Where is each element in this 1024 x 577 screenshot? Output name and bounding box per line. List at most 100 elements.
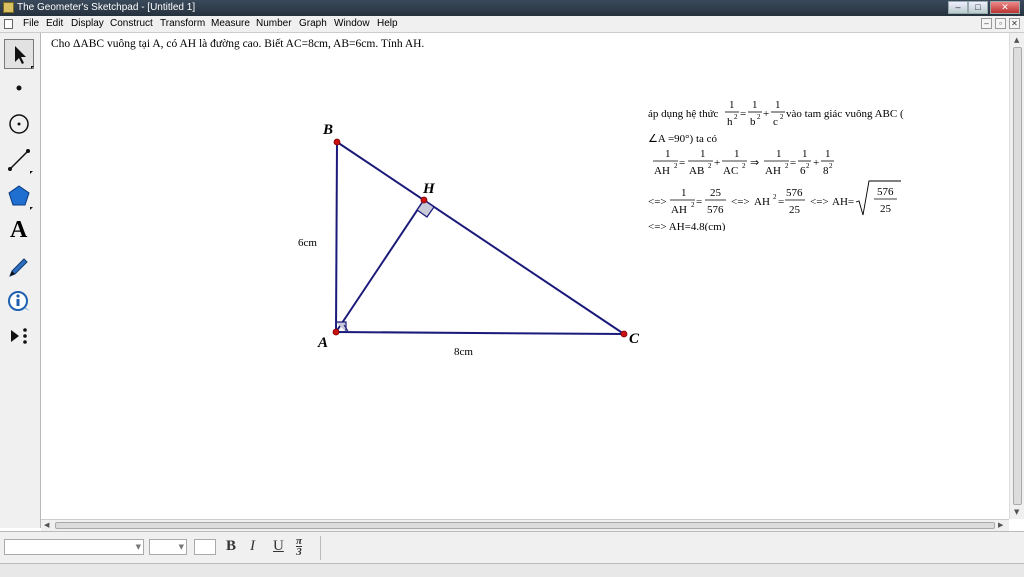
close-button[interactable]: ✕: [990, 1, 1020, 14]
straightedge-icon: [8, 149, 33, 174]
svg-text:1: 1: [776, 148, 782, 160]
svg-text:1: 1: [734, 148, 740, 160]
segment-ac[interactable]: [335, 331, 625, 335]
svg-text:+: +: [813, 157, 819, 169]
italic-button[interactable]: I: [250, 538, 255, 555]
format-divider: [320, 536, 321, 560]
minimize-button[interactable]: –: [948, 1, 968, 14]
information-icon: [8, 291, 30, 311]
symbol-bottom: 3: [296, 546, 302, 558]
text-tool-icon: A: [10, 217, 28, 243]
horizontal-scroll-thumb[interactable]: [55, 522, 995, 529]
svg-text:=: =: [790, 157, 796, 169]
menu-construct[interactable]: Construct: [110, 18, 153, 29]
solution-text[interactable]: áp dụng hệ thức 1 h 2 = 1 b 2 + 1 c 2 và…: [643, 91, 943, 231]
sketch-canvas[interactable]: Cho ΔABC vuông tại A, có AH là đường cao…: [41, 33, 1009, 519]
arrow-tool[interactable]: [4, 39, 34, 69]
sol-l1-pre: áp dụng hệ thức: [648, 108, 719, 120]
svg-text:2: 2: [785, 162, 789, 170]
text-format-bar: ▼ ▼ B I U π 3: [0, 531, 1024, 564]
label-h[interactable]: H: [422, 181, 436, 197]
font-select[interactable]: ▼: [4, 539, 144, 555]
svg-text:2: 2: [742, 162, 746, 170]
label-side-ab[interactable]: 6cm: [298, 237, 317, 249]
title-bar: The Geometer's Sketchpad - [Untitled 1] …: [0, 0, 1024, 16]
svg-text:2: 2: [734, 113, 738, 121]
point-c[interactable]: [620, 330, 628, 338]
scroll-right-icon[interactable]: ▶: [998, 521, 1003, 529]
svg-text:576: 576: [877, 186, 894, 198]
information-tool[interactable]: [4, 287, 34, 317]
svg-text:<=>: <=>: [648, 196, 667, 208]
point-b[interactable]: [333, 138, 341, 146]
svg-text:1: 1: [752, 99, 758, 111]
mdi-restore-button[interactable]: ▫: [995, 18, 1006, 29]
svg-text:2: 2: [708, 162, 712, 170]
symbolic-notation-button[interactable]: π 3: [296, 536, 303, 558]
svg-text:AH: AH: [654, 165, 670, 177]
horizontal-scrollbar[interactable]: ◀ ▶: [41, 519, 1009, 531]
document-icon[interactable]: [4, 19, 13, 29]
menu-graph[interactable]: Graph: [299, 18, 327, 29]
label-c[interactable]: C: [629, 331, 640, 347]
scroll-down-icon[interactable]: ▼: [1014, 508, 1019, 516]
svg-text:h: h: [727, 116, 733, 128]
svg-text:b: b: [750, 116, 756, 128]
point-tool[interactable]: [4, 73, 34, 103]
menu-display[interactable]: Display: [71, 18, 104, 29]
svg-text:25: 25: [880, 203, 892, 215]
label-a[interactable]: A: [317, 335, 328, 351]
vertical-scrollbar[interactable]: ▲ ▼: [1009, 33, 1024, 519]
svg-text:AH: AH: [765, 165, 781, 177]
svg-text:⇒: ⇒: [750, 157, 759, 169]
segment-ab[interactable]: [335, 141, 338, 333]
svg-text:25: 25: [789, 204, 801, 216]
mdi-minimize-button[interactable]: –: [981, 18, 992, 29]
chevron-down-icon: ▼: [135, 543, 141, 551]
toolbox: A: [0, 33, 41, 528]
menu-number[interactable]: Number: [256, 18, 292, 29]
svg-text:1: 1: [802, 148, 808, 160]
svg-text:AH=: AH=: [832, 196, 854, 208]
point-a[interactable]: [332, 328, 340, 336]
segment-bc[interactable]: [336, 141, 625, 335]
scroll-up-icon[interactable]: ▲: [1014, 36, 1019, 44]
menu-help[interactable]: Help: [377, 18, 398, 29]
polygon-tool[interactable]: [4, 181, 34, 211]
compass-icon: [9, 114, 29, 134]
svg-text:2: 2: [773, 193, 777, 201]
svg-text:2: 2: [780, 113, 784, 121]
svg-text:25: 25: [710, 187, 722, 199]
sol-l1-post: vào tam giác vuông ABC (: [786, 108, 904, 120]
custom-tool[interactable]: [4, 321, 34, 351]
scroll-left-icon[interactable]: ◀: [44, 521, 49, 529]
menu-edit[interactable]: Edit: [46, 18, 63, 29]
compass-tool[interactable]: [4, 109, 34, 139]
svg-text:=: =: [740, 108, 746, 120]
menu-transform[interactable]: Transform: [160, 18, 205, 29]
marker-icon: [9, 258, 28, 277]
font-size-select[interactable]: ▼: [149, 539, 187, 555]
marker-tool[interactable]: [4, 252, 34, 282]
svg-text:+: +: [763, 108, 769, 120]
menu-bar: File Edit Display Construct Transform Me…: [0, 16, 1024, 33]
vertical-scroll-thumb[interactable]: [1013, 47, 1022, 505]
menu-file[interactable]: File: [23, 18, 39, 29]
menu-measure[interactable]: Measure: [211, 18, 250, 29]
sol-result: <=> AH=4.8(cm): [648, 221, 726, 231]
underline-button[interactable]: U: [273, 538, 284, 555]
svg-text:2: 2: [757, 113, 761, 121]
text-tool[interactable]: A: [4, 217, 34, 247]
label-b[interactable]: B: [322, 122, 333, 138]
menu-window[interactable]: Window: [334, 18, 370, 29]
point-h[interactable]: [420, 196, 428, 204]
label-side-ac[interactable]: 8cm: [454, 346, 473, 358]
maximize-button[interactable]: □: [968, 1, 988, 14]
segment-ah[interactable]: [335, 199, 425, 333]
mdi-close-button[interactable]: ✕: [1009, 18, 1020, 29]
straightedge-tool[interactable]: [4, 145, 34, 175]
bold-button[interactable]: B: [226, 538, 236, 555]
window-title: The Geometer's Sketchpad - [Untitled 1]: [17, 2, 196, 13]
text-color-select[interactable]: [194, 539, 216, 555]
status-bar: [0, 563, 1024, 577]
